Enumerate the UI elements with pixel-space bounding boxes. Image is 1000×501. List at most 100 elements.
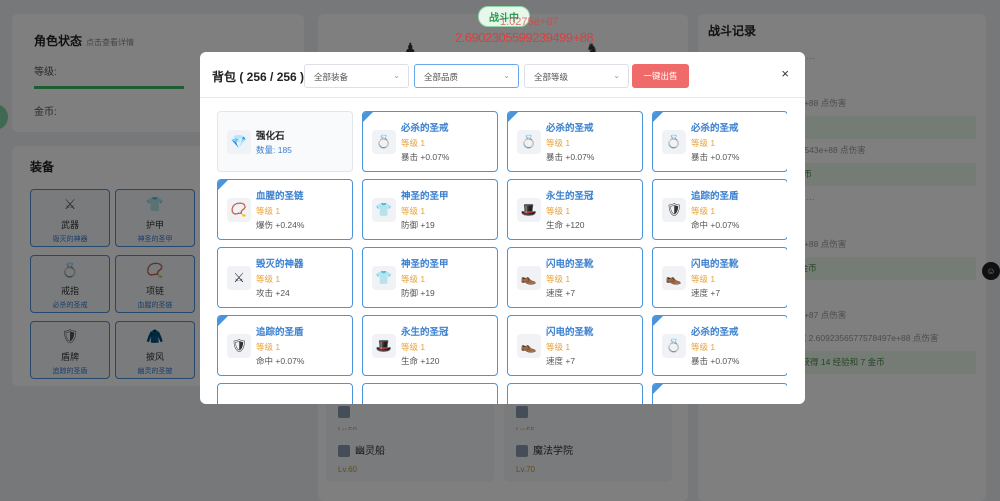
inventory-item-card[interactable]: 📿 血腥的圣链 等级 1 爆伤 +0.24% [217, 179, 353, 240]
new-item-marker [363, 112, 374, 123]
chevron-down-icon: ⌄ [613, 71, 620, 80]
level-select[interactable]: 全部等级 ⌄ [524, 64, 629, 88]
ring-icon: 💍 [662, 334, 686, 358]
item-name: 强化石 [256, 131, 285, 142]
inventory-item-card[interactable]: 🎩 永生的圣冠 等级 1 生命 +120 [507, 179, 643, 240]
item-stat: 防御 +19 [401, 220, 435, 230]
inventory-grid: 💎 强化石 数量: 185 💍 必杀的圣戒 等级 1 暴击 +0.07% 💍 必杀的圣戒 等级 1… [217, 111, 787, 404]
item-name: 必杀的圣戒 [401, 123, 449, 134]
necklace-icon: 📿 [227, 198, 251, 222]
gem-icon: 💎 [227, 130, 251, 154]
item-level: 等级 1 [546, 342, 571, 352]
item-stat: 暴击 +0.07% [546, 152, 595, 162]
boots-icon: 👞 [662, 266, 686, 290]
new-item-marker [218, 316, 229, 327]
new-item-marker [653, 316, 664, 327]
item-level: 等级 1 [256, 274, 281, 284]
item-level: 数量: 185 [256, 145, 292, 155]
damage-float-text: 1.0275e+87 [500, 16, 559, 28]
inventory-item-card[interactable]: 💍 必杀的圣戒等级 1 暴击 +0.07% [652, 315, 787, 376]
item-stat: 速度 +7 [691, 288, 721, 298]
select-value: 全部品质 [424, 72, 459, 82]
inventory-item-card[interactable] [217, 383, 353, 404]
item-stat: 爆伤 +0.24% [256, 220, 305, 230]
inventory-grid-container[interactable]: 💎 强化石 数量: 185 💍 必杀的圣戒 等级 1 暴击 +0.07% 💍 必杀的圣戒 等级 1… [217, 111, 787, 404]
inventory-item-material[interactable]: 💎 强化石数量: 185 [217, 111, 353, 172]
inventory-item-card[interactable] [652, 383, 787, 404]
item-level: 等级 1 [401, 274, 426, 284]
inventory-item-card[interactable]: ⚔ 毁灭的神器等级 1 攻击 +24 [217, 247, 353, 308]
inventory-item-card[interactable] [362, 383, 498, 404]
inventory-modal: 背包 ( 256 / 256 ) 全部装备 ⌄ 全部品质 ⌄ 全部等级 ⌄ 一键出售 … [200, 52, 805, 404]
item-stat: 暴击 +0.07% [401, 152, 450, 162]
boots-icon: 👞 [517, 266, 541, 290]
shield-icon: 🛡 [662, 198, 686, 222]
new-item-marker [653, 384, 664, 395]
item-name: 神圣的圣甲 [401, 259, 449, 270]
item-stat: 命中 +0.07% [691, 220, 740, 230]
item-level: 等级 1 [546, 138, 571, 148]
inventory-item-card[interactable]: 💍 必杀的圣戒 等级 1 暴击 +0.07% [362, 111, 498, 172]
shield-icon: 🛡 [227, 334, 251, 358]
item-name: 永生的圣冠 [401, 327, 449, 338]
chevron-down-icon: ⌄ [503, 71, 510, 80]
item-level: 等级 1 [401, 206, 426, 216]
crown-icon: 🎩 [372, 334, 396, 358]
item-stat: 速度 +7 [546, 356, 576, 366]
item-level: 等级 1 [691, 274, 716, 284]
item-stat: 攻击 +24 [256, 288, 290, 298]
damage-float-text: 2.6902305599239499+88 [455, 30, 594, 45]
crown-icon: 🎩 [517, 198, 541, 222]
new-item-marker [508, 112, 519, 123]
sword-icon: ⚔ [227, 266, 251, 290]
item-stat: 速度 +7 [546, 288, 576, 298]
modal-header: 背包 ( 256 / 256 ) 全部装备 ⌄ 全部品质 ⌄ 全部等级 ⌄ 一键出售 … [200, 52, 805, 98]
item-level: 等级 1 [401, 342, 426, 352]
item-name: 追踪的圣盾 [256, 327, 304, 338]
item-level: 等级 1 [546, 206, 571, 216]
equipment-type-select[interactable]: 全部装备 ⌄ [304, 64, 409, 88]
inventory-item-card[interactable]: 🛡 追踪的圣盾等级 1 命中 +0.07% [652, 179, 787, 240]
item-name: 毁灭的神器 [256, 259, 304, 270]
item-level: 等级 1 [546, 274, 571, 284]
inventory-item-card[interactable]: 👞 闪电的圣靴等级 1 速度 +7 [652, 247, 787, 308]
item-stat: 防御 +19 [401, 288, 435, 298]
inventory-item-card[interactable] [507, 383, 643, 404]
inventory-item-card[interactable]: 💍 必杀的圣戒等级 1 暴击 +0.07% [507, 111, 643, 172]
inventory-item-card[interactable]: 🎩 永生的圣冠 等级 1 生命 +120 [362, 315, 498, 376]
item-level: 等级 1 [691, 206, 716, 216]
inventory-title: 背包 ( 256 / 256 ) [212, 70, 305, 84]
item-name: 必杀的圣戒 [691, 123, 739, 134]
item-name: 闪电的圣靴 [546, 259, 594, 270]
inventory-item-card[interactable]: 👕 神圣的圣甲 等级 1 防御 +19 [362, 179, 498, 240]
item-level: 等级 1 [691, 342, 716, 352]
ring-icon: 💍 [517, 130, 541, 154]
sell-all-button[interactable]: 一键出售 [632, 64, 689, 88]
item-stat: 暴击 +0.07% [691, 152, 740, 162]
item-name: 追踪的圣盾 [691, 191, 739, 202]
item-name: 必杀的圣戒 [691, 327, 739, 338]
item-name: 神圣的圣甲 [401, 191, 449, 202]
item-name: 永生的圣冠 [546, 191, 594, 202]
new-item-marker [218, 180, 229, 191]
item-stat: 命中 +0.07% [256, 356, 305, 366]
quality-select[interactable]: 全部品质 ⌄ [414, 64, 519, 88]
boots-icon: 👞 [517, 334, 541, 358]
inventory-item-card[interactable]: 👞 闪电的圣靴 等级 1 速度 +7 [507, 315, 643, 376]
inventory-item-card[interactable]: 👕 神圣的圣甲等级 1 防御 +19 [362, 247, 498, 308]
chevron-down-icon: ⌄ [393, 71, 400, 80]
item-level: 等级 1 [401, 138, 426, 148]
select-value: 全部等级 [534, 72, 569, 82]
armor-icon: 👕 [372, 266, 396, 290]
close-icon[interactable]: × [781, 67, 789, 81]
inventory-item-card[interactable]: 👞 闪电的圣靴等级 1 速度 +7 [507, 247, 643, 308]
item-name: 闪电的圣靴 [691, 259, 739, 270]
new-item-marker [653, 112, 664, 123]
item-level: 等级 1 [256, 342, 281, 352]
item-stat: 暴击 +0.07% [691, 356, 740, 366]
item-name: 必杀的圣戒 [546, 123, 594, 134]
item-name: 血腥的圣链 [256, 191, 304, 202]
inventory-item-card[interactable]: 🛡 追踪的圣盾等级 1 命中 +0.07% [217, 315, 353, 376]
inventory-item-card[interactable]: 💍 必杀的圣戒 等级 1 暴击 +0.07% [652, 111, 787, 172]
ring-icon: 💍 [662, 130, 686, 154]
